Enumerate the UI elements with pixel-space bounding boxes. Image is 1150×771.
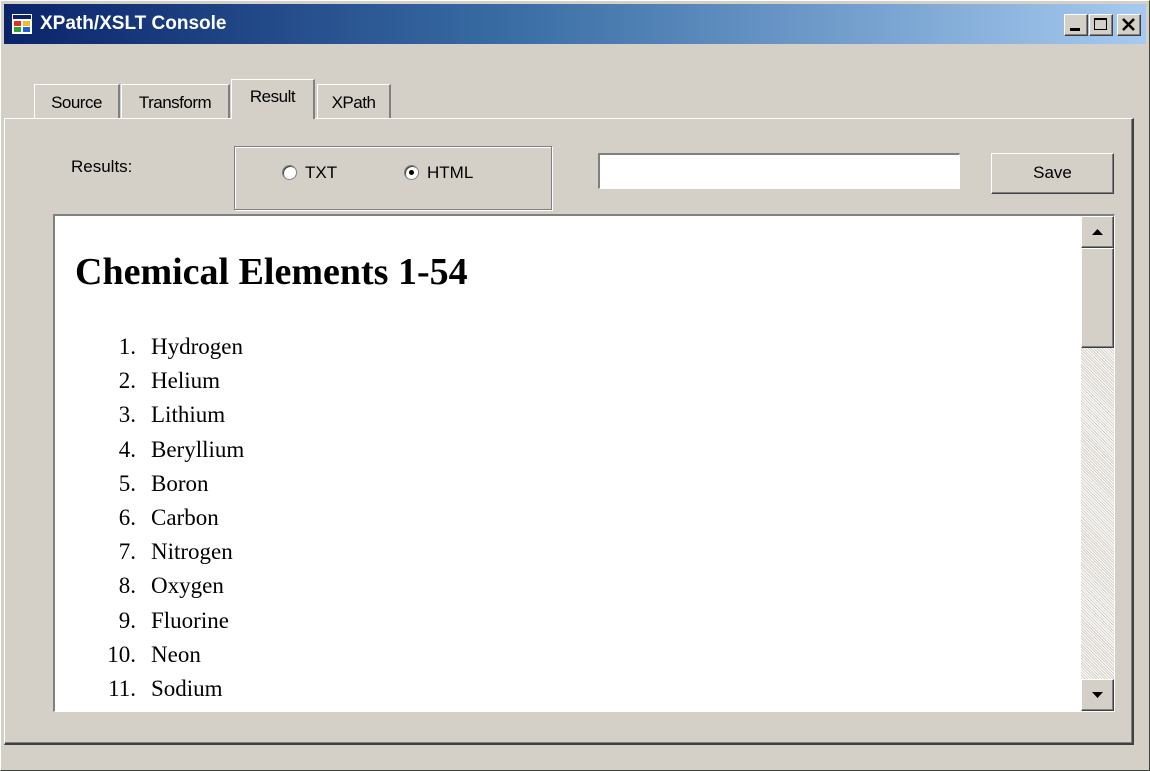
tab-result-label: Result (249, 87, 296, 106)
maximize-button[interactable] (1089, 14, 1113, 36)
list-item-name: Boron (151, 470, 209, 496)
tab-xpath[interactable]: XPath (317, 84, 391, 118)
app-window: XPath/XSLT Console Source Transform Resu… (0, 0, 1150, 771)
maximize-icon (1094, 18, 1107, 30)
arrow-up-icon (1092, 229, 1103, 235)
close-button[interactable] (1117, 14, 1141, 36)
list-item-name: Oxygen (151, 573, 224, 599)
vertical-scrollbar[interactable] (1081, 216, 1114, 711)
format-groupbox (234, 146, 552, 210)
list-item-number: 9. (118, 607, 136, 633)
minimize-button[interactable] (1064, 14, 1088, 36)
txt-radio-label[interactable]: TXT (305, 163, 337, 183)
minimize-icon (1070, 28, 1080, 31)
scroll-up-button[interactable] (1081, 216, 1114, 248)
radio-selected-dot (409, 170, 414, 175)
list-item-number: 3. (118, 402, 136, 428)
txt-radio[interactable] (282, 165, 297, 180)
list-item-number: 6. (118, 504, 136, 530)
list-item-number: 10. (107, 641, 136, 667)
tab-result[interactable]: Result (231, 79, 315, 119)
html-result-content: Chemical Elements 1-54 1. Hydrogen 2. Heli… (55, 216, 1081, 711)
title-bar[interactable]: XPath/XSLT Console (4, 4, 1146, 44)
tab-transform-label: Transform (138, 93, 212, 112)
list-item-number: 2. (118, 368, 136, 394)
tab-transform[interactable]: Transform (121, 84, 230, 118)
app-icon (12, 14, 32, 34)
list-item-number: 1. (118, 334, 136, 359)
window-title: XPath/XSLT Console (40, 13, 227, 34)
list-item-name: Hydrogen (151, 334, 243, 359)
tab-xpath-label: XPath (331, 93, 376, 112)
close-icon (1122, 18, 1135, 31)
list-item-number: 8. (118, 573, 136, 599)
scroll-down-button[interactable] (1081, 679, 1114, 711)
list-item-name: Lithium (151, 402, 226, 428)
list-item-number: 11. (108, 675, 136, 701)
list-item-name: Neon (151, 641, 201, 667)
save-path-input[interactable] (598, 153, 960, 189)
document-heading: Chemical Elements 1-54 (75, 251, 468, 293)
list-item-name: Nitrogen (151, 539, 233, 565)
list-item-name: Fluorine (151, 607, 229, 633)
result-web-browser[interactable]: Chemical Elements 1-54 1. Hydrogen 2. Heli… (53, 214, 1115, 712)
results-label: Results: (71, 157, 133, 176)
list-item-name: Carbon (151, 504, 219, 530)
list-item-name: Sodium (151, 675, 223, 701)
tab-source-label: Source (51, 93, 102, 112)
list-item-name: Helium (151, 368, 220, 394)
save-button[interactable]: Save (991, 153, 1114, 194)
list-item-number: 7. (118, 539, 136, 565)
list-item-number: 4. (118, 436, 136, 462)
html-radio-label[interactable]: HTML (427, 163, 473, 183)
list-item-number: 5. (118, 470, 136, 496)
html-radio[interactable] (404, 165, 419, 180)
arrow-down-icon (1092, 692, 1103, 698)
tab-source[interactable]: Source (34, 84, 120, 118)
scroll-thumb[interactable] (1081, 248, 1114, 348)
list-item-name: Beryllium (151, 436, 245, 462)
